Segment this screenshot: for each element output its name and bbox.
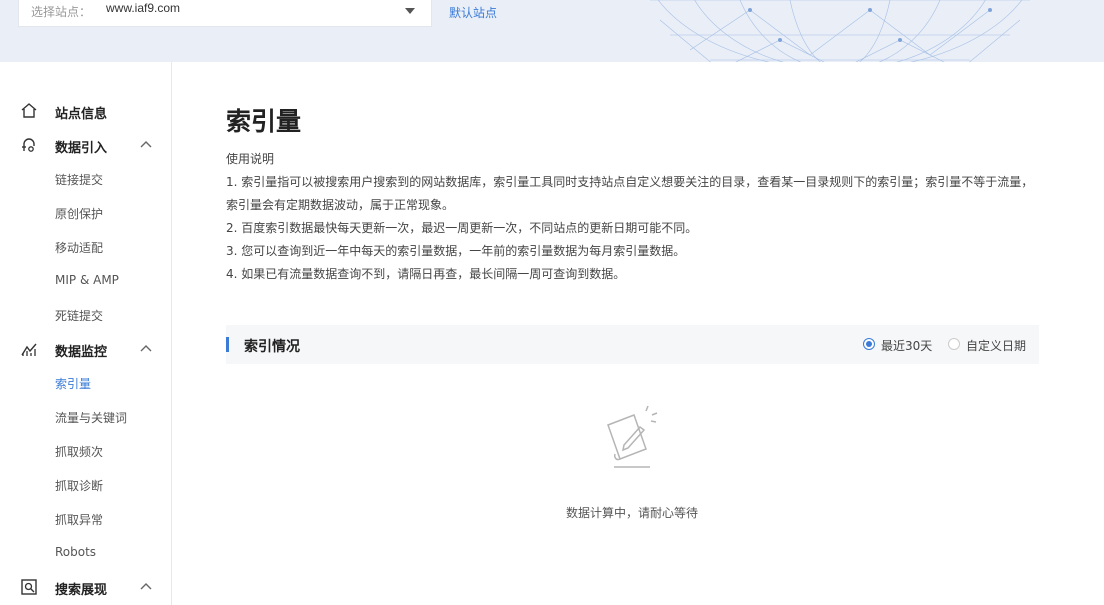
sidebar-item-site-info[interactable]: 站点信息 xyxy=(0,99,171,123)
sidebar-item-original-protect[interactable]: 原创保护 xyxy=(55,205,103,222)
sidebar-item-traffic-keywords[interactable]: 流量与关键词 xyxy=(55,409,127,426)
home-icon xyxy=(21,103,37,118)
radio-checked-icon xyxy=(863,338,875,350)
document-pen-icon xyxy=(607,405,658,468)
caret-down-icon xyxy=(405,8,415,14)
sidebar-item-crawl-errors[interactable]: 抓取异常 xyxy=(55,511,103,528)
sidebar-group-label: 数据监控 xyxy=(55,345,108,360)
section-marker xyxy=(226,337,229,352)
main-content: 索引量 使用说明 1. 索引量指可以被搜索用户搜索到的网站数据库，索引量工具同时… xyxy=(172,62,1104,605)
default-site-link[interactable]: 默认站点 xyxy=(449,4,497,21)
import-icon xyxy=(22,138,35,152)
usage-line: 4. 如果已有流量数据查询不到，请隔日再查，最长间隔一周可查询到数据。 xyxy=(226,267,626,281)
sidebar-item-dead-link[interactable]: 死链提交 xyxy=(55,307,103,324)
sidebar-group-search-display[interactable]: 搜索展现 xyxy=(0,575,171,599)
page-title: 索引量 xyxy=(226,107,302,136)
site-select[interactable]: 选择站点： www.iaf9.com xyxy=(18,0,432,27)
sidebar-item-crawl-frequency[interactable]: 抓取频次 xyxy=(55,443,103,460)
chart-icon xyxy=(21,343,37,356)
sidebar-group-data-import[interactable]: 数据引入 xyxy=(0,133,171,157)
top-banner: 选择站点： www.iaf9.com 默认站点 xyxy=(0,0,1104,62)
sidebar-item-crawl-diagnosis[interactable]: 抓取诊断 xyxy=(55,477,103,494)
chevron-up-icon xyxy=(140,583,152,590)
globe-decoration xyxy=(650,0,1030,62)
sidebar-group-label: 数据引入 xyxy=(55,141,108,156)
chevron-up-icon xyxy=(140,141,152,148)
site-select-value: www.iaf9.com xyxy=(106,1,181,15)
sidebar-item-mip-amp[interactable]: MIP & AMP xyxy=(55,273,119,287)
radio-label: 最近30天 xyxy=(881,339,933,353)
sidebar-group-data-monitor[interactable]: 数据监控 xyxy=(0,337,171,361)
chevron-up-icon xyxy=(140,345,152,352)
index-section-header: 索引情况 最近30天 自定义日期 xyxy=(226,325,1039,364)
radio-unchecked-icon xyxy=(948,338,960,350)
usage-line: 2. 百度索引数据最快每天更新一次，最迟一周更新一次，不同站点的更新日期可能不同… xyxy=(226,221,698,235)
search-display-icon xyxy=(21,579,37,595)
sidebar-item-label: 站点信息 xyxy=(55,107,108,122)
sidebar-group-label: 搜索展现 xyxy=(55,583,108,598)
usage-heading: 使用说明 xyxy=(226,152,275,166)
usage-line: 3. 您可以查询到近一年中每天的索引量数据，一年前的索引量数据为每月索引量数据。 xyxy=(226,244,686,258)
section-title: 索引情况 xyxy=(244,339,300,355)
sidebar-item-link-submit[interactable]: 链接提交 xyxy=(55,171,103,188)
sidebar-item-index-volume[interactable]: 索引量 xyxy=(55,375,91,392)
sidebar-item-mobile-adapt[interactable]: 移动适配 xyxy=(55,239,103,256)
usage-line: 1. 索引量指可以被搜索用户搜索到的网站数据库，索引量工具同时支持站点自定义想要… xyxy=(226,175,1034,189)
radio-label: 自定义日期 xyxy=(966,339,1027,353)
empty-state-text: 数据计算中，请耐心等待 xyxy=(566,506,699,520)
sidebar: 站点信息 数据引入 链接提交 原创保护 移动适配 MIP & AMP 死链提交 … xyxy=(0,62,172,605)
site-select-label: 选择站点： xyxy=(31,5,92,19)
usage-line: 索引量会有定期数据波动，属于正常现象。 xyxy=(226,198,455,212)
sidebar-item-robots[interactable]: Robots xyxy=(55,545,96,559)
